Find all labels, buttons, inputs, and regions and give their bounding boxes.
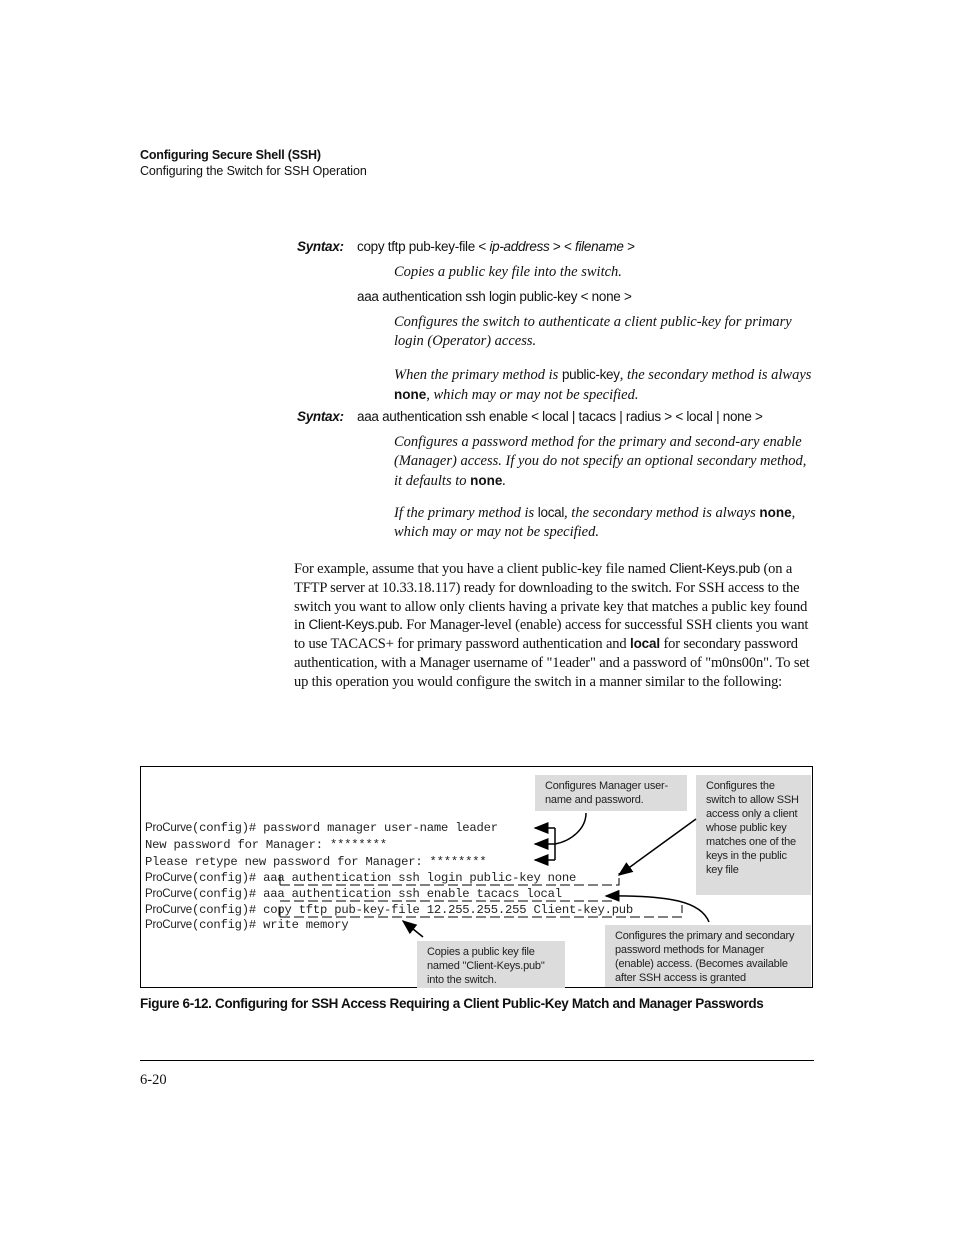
note-text: If the primary method is: [394, 505, 538, 521]
note-text: , which may or may not be specified.: [426, 387, 639, 403]
desc-text: Configures a password method for the pri…: [394, 434, 807, 489]
figure-caption: Figure 6-12. Configuring for SSH Access …: [140, 996, 764, 1011]
note-text: , the secondary method is always: [619, 367, 812, 383]
note-text: When the primary method is: [394, 367, 562, 383]
syntax-description: Configures a password method for the pri…: [394, 433, 814, 491]
cmd-arg-filename: filename: [575, 239, 624, 254]
desc-bold: none: [470, 473, 503, 488]
figure-terminal-screenshot: Configures Manager user-name and passwor…: [140, 766, 813, 988]
syntax-label: Syntax:: [297, 409, 344, 424]
arrow-curve-manager: [554, 812, 587, 845]
syntax-note: When the primary method is public-key, t…: [394, 365, 814, 405]
arrow-pubkey: [617, 818, 697, 876]
para-text: For example, assume that you have a clie…: [294, 561, 670, 577]
highlight-box-copy: [279, 905, 683, 918]
note-bold: none: [394, 387, 427, 402]
cmd-text: > <: [549, 239, 576, 254]
syntax-note: If the primary method is local, the seco…: [394, 503, 814, 542]
page-number: 6-20: [140, 1072, 167, 1088]
syntax-description: Copies a public key file into the switch…: [394, 264, 622, 280]
cmd-arg-ip-address: ip-address: [489, 239, 550, 254]
syntax-label: Syntax:: [297, 239, 344, 254]
filename: Client-Keys.pub: [308, 617, 400, 633]
note-keyword: public-key: [561, 367, 620, 382]
callout-arrows: [279, 812, 710, 938]
syntax-command-enable: aaa authentication ssh enable < local | …: [357, 409, 763, 424]
cmd-text: copy tftp pub-key-file <: [357, 239, 490, 254]
arrow-copy: [401, 920, 424, 938]
note-keyword: local: [537, 505, 565, 520]
arrow-enable: [604, 889, 710, 923]
syntax-description: Configures the switch to authenticate a …: [394, 314, 792, 349]
note-text: , the secondary method is always: [564, 505, 760, 521]
example-paragraph: For example, assume that you have a clie…: [294, 560, 816, 692]
syntax-command-copy-tftp: copy tftp pub-key-file < ip-address > < …: [357, 239, 635, 254]
cmd-text: >: [623, 239, 635, 254]
section-title: Configuring the Switch for SSH Operation: [140, 164, 367, 178]
note-bold: none: [759, 505, 792, 520]
chapter-title: Configuring Secure Shell (SSH): [140, 148, 321, 162]
syntax-command-login-public-key: aaa authentication ssh login public-key …: [357, 289, 632, 304]
footer-rule: [140, 1060, 814, 1061]
highlight-box-login: [279, 873, 620, 886]
para-bold: local: [629, 636, 660, 652]
desc-text: .: [502, 473, 506, 489]
filename: Client-Keys.pub: [669, 561, 760, 576]
